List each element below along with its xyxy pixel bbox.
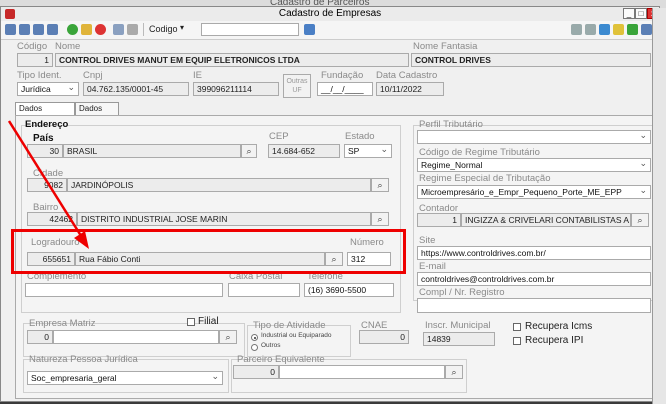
tool-icon-5[interactable] (627, 24, 638, 35)
perfil-label: Perfil Tributário (419, 119, 483, 130)
data-cadastro-field[interactable]: 10/11/2022 (376, 82, 444, 96)
inscr-municipal-field[interactable]: 14839 (423, 332, 495, 346)
site-field[interactable]: https://www.controldrives.com.br/ (417, 246, 651, 260)
main-window: Cadastro de Empresas _ □ x Codigo ▾ Códi… (0, 6, 660, 402)
cidade-nome-field[interactable]: JARDINÓPOLIS (67, 178, 371, 192)
filial-label: Filial (198, 316, 219, 327)
natureza-label: Natureza Pessoa Jurídica (29, 354, 138, 365)
maximize-button[interactable]: □ (635, 8, 647, 19)
inscr-municipal-label: Inscr. Municipal (425, 320, 491, 331)
highlight-arrow (7, 120, 89, 249)
title-bar[interactable]: Cadastro de Empresas _ □ x (1, 7, 659, 21)
empresa-matriz-nome-field[interactable] (53, 330, 219, 344)
tipo-ident-label: Tipo Ident. (17, 70, 62, 81)
parceiro-codigo-field[interactable]: 0 (233, 365, 279, 379)
save-icon[interactable] (113, 24, 124, 35)
codigo-field[interactable]: 1 (17, 53, 53, 67)
nome-field[interactable]: CONTROL DRIVES MANUT EM EQUIP ELETRONICO… (55, 53, 409, 67)
cnpj-label: Cnpj (83, 70, 103, 81)
bairro-lookup-icon[interactable]: ⌕ (371, 212, 389, 226)
estado-select[interactable]: SP (344, 144, 392, 158)
tool-icon-6[interactable] (641, 24, 652, 35)
email-field[interactable]: controldrives@controldrives.com.br (417, 272, 651, 286)
complemento-field[interactable] (25, 283, 223, 297)
search-go-icon[interactable] (304, 24, 315, 35)
toolbar: Codigo ▾ (1, 21, 659, 40)
tipo-atividade-label: Tipo de Atividade (253, 320, 326, 331)
recupera-icms-checkbox[interactable] (513, 323, 521, 331)
search-field-label[interactable]: Codigo (149, 24, 178, 34)
cidade-lookup-icon[interactable]: ⌕ (371, 178, 389, 192)
fundacao-label: Fundação (321, 70, 364, 81)
undo-icon[interactable] (127, 24, 138, 35)
search-field-chevron-icon[interactable]: ▾ (180, 23, 184, 32)
search-input[interactable] (201, 23, 299, 36)
contador-nome-field[interactable]: INGIZZA & CRIVELARI CONTABILISTAS A (461, 213, 631, 227)
outros-radio-label: Outros (261, 342, 281, 349)
pais-lookup-icon[interactable]: ⌕ (241, 144, 257, 158)
industrial-radio[interactable] (251, 334, 258, 341)
tipo-ident-select[interactable]: Jurídica (17, 82, 79, 96)
cnae-field[interactable]: 0 (359, 330, 409, 344)
empresa-matriz-codigo-field[interactable]: 0 (27, 330, 53, 344)
codigo-label: Código (17, 41, 48, 52)
tool-icon-1[interactable] (571, 24, 582, 35)
next-record-icon[interactable] (33, 24, 44, 35)
telefone-field[interactable]: (16) 3690-5500 (304, 283, 394, 297)
caixa-postal-field[interactable] (228, 283, 300, 297)
natureza-select[interactable]: Soc_empresaria_geral (27, 371, 223, 385)
toolbar-separator (143, 23, 144, 36)
nome-fantasia-label: Nome Fantasia (413, 41, 478, 52)
minimize-button[interactable]: _ (623, 8, 635, 19)
recupera-icms-label: Recupera Icms (525, 321, 593, 332)
regime-especial-label: Regime Especial de Tributação (419, 173, 551, 184)
contador-lookup-icon[interactable]: ⌕ (631, 213, 649, 227)
estado-label: Estado (345, 131, 375, 142)
parceiro-nome-field[interactable] (279, 365, 445, 379)
nome-fantasia-field[interactable]: CONTROL DRIVES (411, 53, 651, 67)
parceiro-label: Parceiro Equivalente (237, 354, 325, 365)
email-label: E-mail (419, 261, 446, 272)
codigo-regime-label: Código de Regime Tributário (419, 147, 540, 158)
contador-codigo-field[interactable]: 1 (417, 213, 461, 227)
scrollbar[interactable] (652, 8, 666, 404)
site-label: Site (419, 235, 436, 246)
first-record-icon[interactable] (5, 24, 16, 35)
ie-field[interactable]: 399096211114 (193, 82, 279, 96)
bairro-nome-field[interactable]: DISTRITO INDUSTRIAL JOSE MARIN (77, 212, 371, 226)
last-record-icon[interactable] (47, 24, 58, 35)
fundacao-field[interactable]: __/__/____ (317, 82, 373, 96)
codigo-regime-select[interactable]: Regime_Normal (417, 158, 651, 172)
edit-icon[interactable] (81, 24, 92, 35)
regime-especial-select[interactable]: Microempresário_e_Empr_Pequeno_Porte_ME_… (417, 185, 651, 199)
cep-field[interactable]: 14.684-652 (268, 144, 340, 158)
window-title: Cadastro de Empresas (278, 8, 382, 19)
empresa-matriz-lookup-icon[interactable]: ⌕ (219, 330, 237, 344)
perfil-select[interactable] (417, 130, 651, 144)
ie-label: IE (193, 70, 202, 81)
data-cadastro-label: Data Cadastro (376, 70, 438, 81)
outras-uf-button[interactable]: Outras UF (283, 74, 311, 98)
tool-icon-3[interactable] (599, 24, 610, 35)
nome-label: Nome (55, 41, 81, 52)
tool-icon-2[interactable] (585, 24, 596, 35)
previous-record-icon[interactable] (19, 24, 30, 35)
industrial-radio-label: Industrial ou Equiparado (261, 332, 332, 339)
compl-registro-field[interactable] (417, 298, 651, 313)
filial-checkbox[interactable] (187, 318, 195, 326)
empresa-matriz-label: Empresa Matriz (29, 318, 96, 329)
recupera-ipi-label: Recupera IPI (525, 335, 584, 346)
outros-radio[interactable] (251, 344, 258, 351)
add-icon[interactable] (67, 24, 78, 35)
delete-icon[interactable] (95, 24, 106, 35)
cep-label: CEP (269, 131, 289, 142)
cnpj-field[interactable]: 04.762.135/0001-45 (83, 82, 189, 96)
parceiro-lookup-icon[interactable]: ⌕ (445, 365, 463, 379)
tool-icon-4[interactable] (613, 24, 624, 35)
compl-registro-label: Compl / Nr. Registro (419, 287, 505, 298)
recupera-ipi-checkbox[interactable] (513, 337, 521, 345)
